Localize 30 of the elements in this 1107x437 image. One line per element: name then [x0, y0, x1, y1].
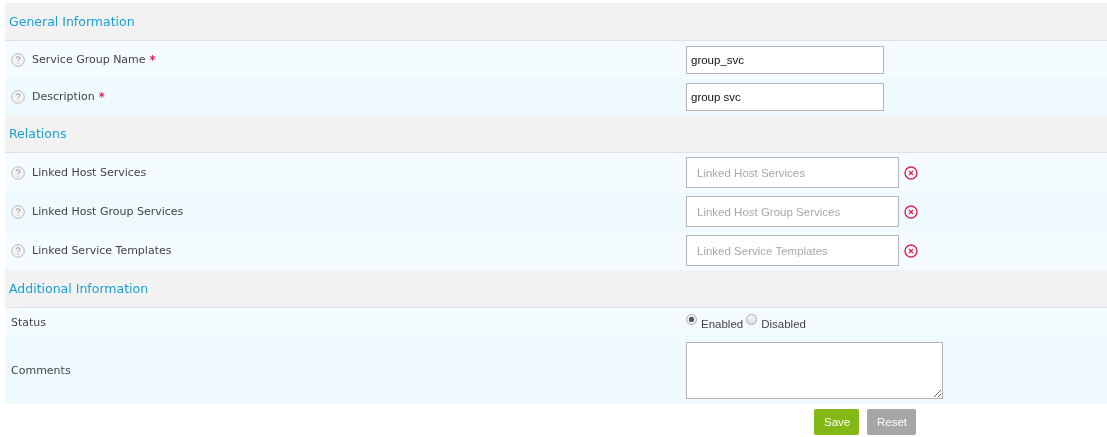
section-title: General Information: [9, 14, 135, 29]
field-label: Linked Host Services: [32, 166, 147, 179]
select-field[interactable]: Linked Host Services: [686, 157, 899, 188]
section-title: Relations: [9, 126, 67, 141]
radio-button[interactable]: [686, 313, 697, 325]
help-icon[interactable]: [11, 52, 25, 67]
field-label: Linked Host Group Services: [32, 205, 184, 218]
required-mark: *: [149, 52, 156, 67]
clear-icon[interactable]: [904, 165, 918, 180]
radio-label[interactable]: Enabled: [701, 318, 744, 330]
clear-icon[interactable]: [904, 243, 918, 258]
clear-icon[interactable]: [904, 204, 918, 219]
field-label: Comments: [11, 363, 71, 377]
field-label: Description: [32, 90, 95, 103]
radio-button[interactable]: [746, 313, 758, 325]
field-label: Status: [11, 315, 47, 329]
select-field[interactable]: Linked Service Templates: [686, 235, 899, 266]
field-label: Linked Service Templates: [32, 244, 172, 257]
comments-field[interactable]: [686, 341, 943, 399]
required-mark: *: [98, 89, 105, 104]
input-field[interactable]: group svc: [686, 82, 884, 111]
field-label: Service Group Name: [32, 53, 146, 66]
help-icon[interactable]: [11, 204, 25, 219]
radio-label[interactable]: Disabled: [761, 318, 806, 330]
select-field[interactable]: Linked Host Group Services: [686, 196, 899, 227]
help-icon[interactable]: [11, 165, 25, 180]
section-title: Additional Information: [9, 281, 149, 296]
input-field[interactable]: group_svc: [686, 45, 884, 74]
help-icon[interactable]: [11, 243, 25, 258]
help-icon[interactable]: [11, 89, 25, 104]
